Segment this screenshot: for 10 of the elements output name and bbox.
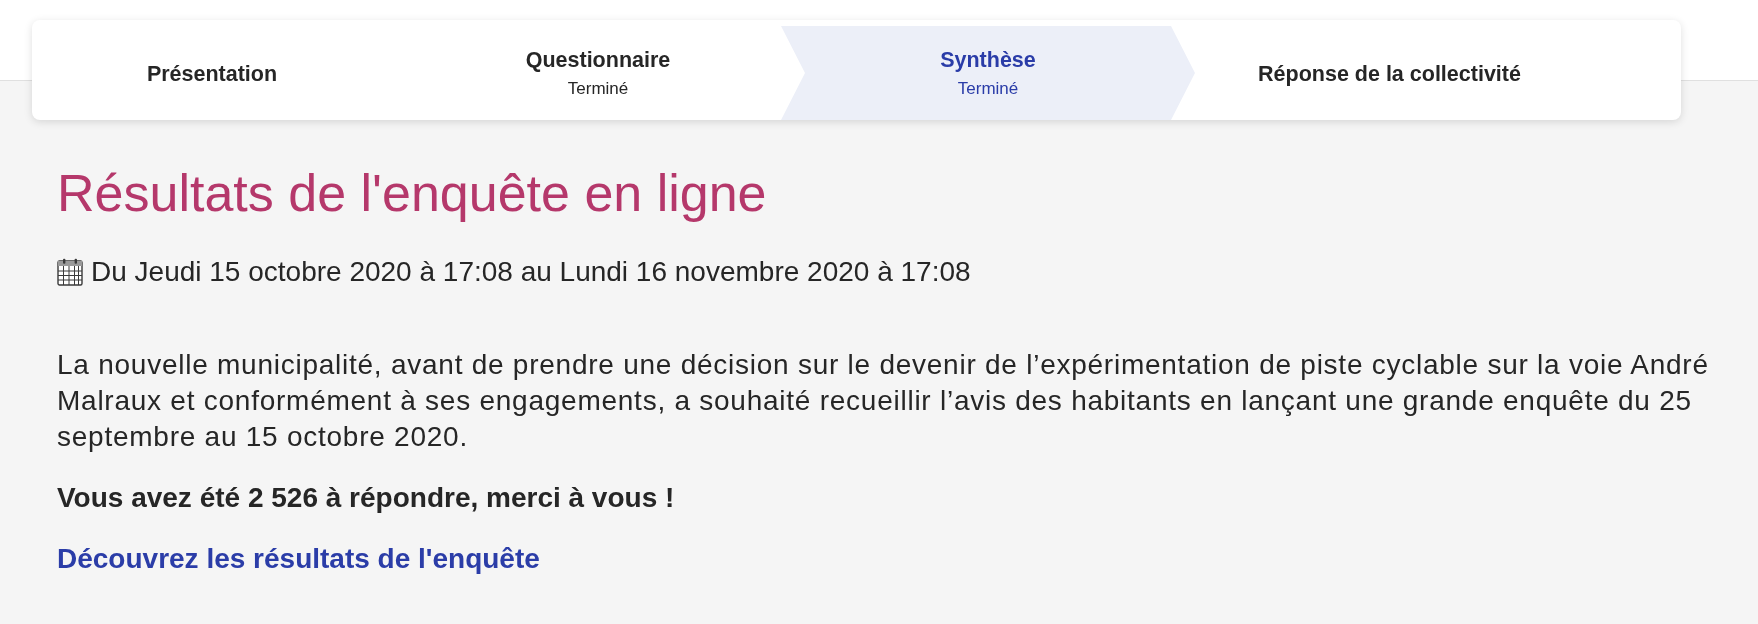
calendar-icon <box>57 257 83 286</box>
respondents-text: Vous avez été 2 526 à répondre, merci à vous ! <box>57 481 675 515</box>
step-tab[interactable]: Réponse de la collectivité <box>1195 26 1584 120</box>
intro-paragraph: La nouvelle municipalité, avant de prendre une décision sur le devenir de l’expérimentation de piste cyclable sur la voie André Malraux et conformément à ses engagements, a souhaité recueillir l’avis des habitants en lançant une grande enquête du 25 septembre au 15 octobre 2020. <box>57 348 1710 454</box>
step-tab[interactable]: Présentation <box>32 26 392 120</box>
page-title: Résultats de l'enquête en ligne <box>57 163 767 224</box>
results-link[interactable]: Découvrez les résultats de l'enquête <box>57 543 540 574</box>
step-tab[interactable]: Questionnaire Terminé <box>392 26 781 120</box>
step-tab[interactable]: Synthèse Terminé <box>781 26 1195 120</box>
date-range-text: Du Jeudi 15 octobre 2020 à 17:08 au Lundi 16 novembre 2020 à 17:08 <box>91 255 971 289</box>
